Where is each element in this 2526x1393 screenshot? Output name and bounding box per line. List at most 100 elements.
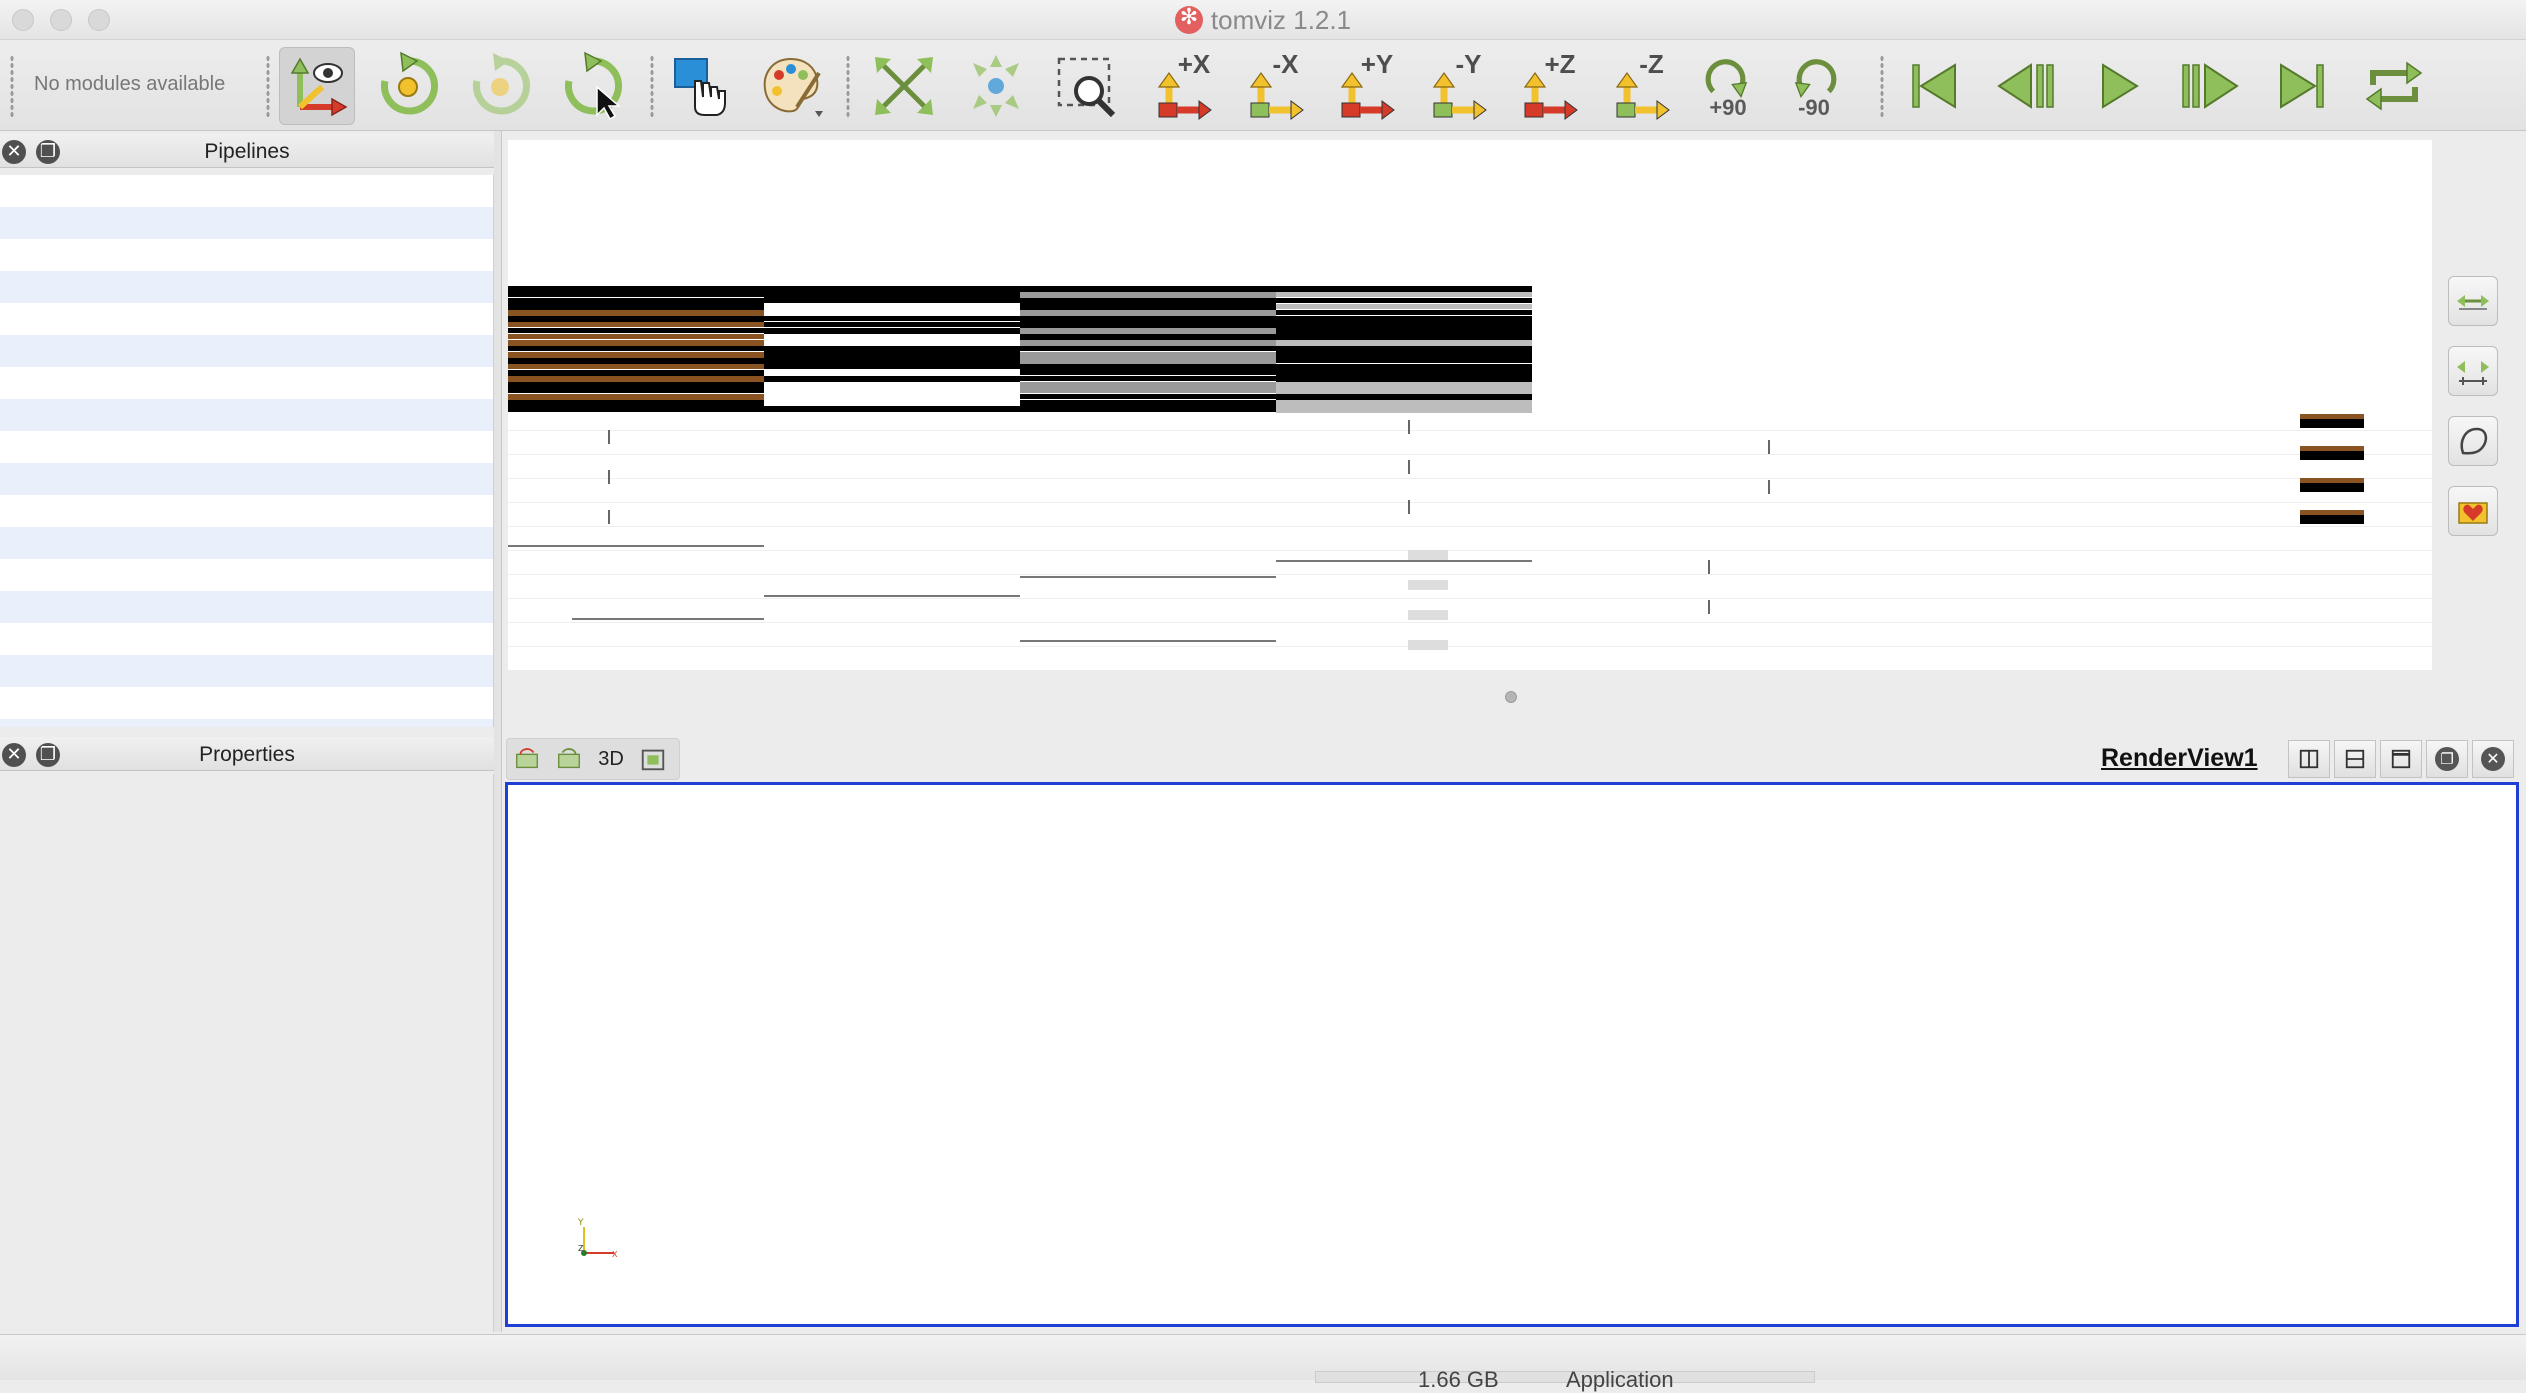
fit-width-button[interactable] [2448,276,2498,326]
artifact-strip [1408,550,1448,560]
previous-frame-icon [1997,63,2054,109]
view-splitter-handle[interactable] [1505,691,1517,703]
artifact-strip [1020,346,1276,351]
center-data-icon [973,55,1019,117]
artifact-strip [1020,310,1276,316]
artifact-strip [508,478,2432,479]
artifact-strip [1276,560,1532,562]
toolbar-grip[interactable] [650,55,654,119]
view-plusminus-x-button[interactable]: +X [1142,47,1218,125]
toolbar-grip[interactable] [10,55,14,119]
artifact-strip [1276,370,1532,377]
artifact-strip [1020,406,1276,412]
artifact-strip [764,316,1020,321]
artifact-strip [1276,376,1532,382]
select-hand-icon [674,58,726,116]
zoom-to-box-button[interactable] [1050,47,1126,125]
artifact-strip [2300,414,2364,419]
last-frame-button[interactable] [2264,47,2340,125]
pipelines-tree[interactable] [0,175,494,727]
split-vertical-icon [2345,749,2365,769]
orientation-axes-icon: Y Z X [577,1218,618,1259]
adjust-spacing-button[interactable] [2448,346,2498,396]
artifact-strip [508,358,764,364]
pick-center-icon [565,51,622,121]
camera-capture-icon [641,749,665,771]
artifact-strip [1408,420,1410,434]
memory-indicator [1315,1371,1815,1383]
artifact-strip [764,358,1020,364]
center-on-data-button[interactable] [958,47,1034,125]
view-plusminus-z-button[interactable]: +Z [1508,47,1584,125]
lasso-button[interactable] [2448,416,2498,466]
folder-heart-icon [2458,502,2488,524]
toolbar-grip[interactable] [846,55,850,119]
artifact-strip [1276,286,1532,292]
artifact-strip [508,406,764,412]
view-minus-z-button[interactable]: -Z [1600,47,1676,125]
artifact-strip [608,470,610,484]
artifact-strip [508,622,2432,623]
artifact-strip [508,550,2432,551]
properties-panel [0,774,494,1332]
favorites-button[interactable] [2448,486,2498,536]
view-minus-y-button[interactable]: -Y [1417,47,1493,125]
artifact-strip [1020,304,1276,310]
palette-icon [763,57,823,117]
camera-redo-button[interactable] [552,742,586,776]
artifact-strip [764,394,1020,401]
capture-screenshot-button[interactable] [636,742,670,776]
float-view-button[interactable]: ❐ [2426,740,2468,778]
previous-frame-button[interactable] [1988,47,2064,125]
close-view-button[interactable]: ✕ [2472,740,2514,778]
artifact-strip [1276,298,1532,303]
axis-arrow-icon: +X [1145,49,1215,121]
toggle-3d-button[interactable]: 3D [594,742,628,776]
view-plusminus-y-button[interactable]: +Y [1325,47,1401,125]
camera-undo-button[interactable] [510,742,544,776]
artifact-strip [508,286,764,293]
upper-view-area[interactable] [508,140,2432,670]
float-icon: ❐ [2435,747,2459,771]
pick-center-button[interactable] [554,47,630,125]
artifact-strip [508,346,764,351]
zoom-to-data-button[interactable] [866,47,942,125]
maximize-view-button[interactable] [2380,740,2422,778]
artifact-strip [764,298,1020,303]
artifact-strip [764,406,1020,412]
toolbar-grip[interactable] [1880,55,1884,119]
next-frame-button[interactable] [2172,47,2248,125]
toolbar-grip[interactable] [266,55,270,119]
artifact-strip [608,430,610,444]
artifact-strip [764,334,1020,341]
select-button[interactable] [662,47,738,125]
view-minus-x-button[interactable]: -X [1234,47,1310,125]
reset-center-button[interactable] [462,47,538,125]
render-view-title[interactable]: RenderView1 [2101,744,2258,773]
dock-splitter[interactable] [494,131,502,1332]
play-icon [2102,63,2139,109]
first-frame-button[interactable] [1896,47,1972,125]
artifact-strip [764,400,1020,405]
artifact-strip [508,370,764,377]
render-view-canvas[interactable]: Y Z X [505,782,2519,1327]
reset-camera-button[interactable] [370,47,446,125]
loop-button[interactable] [2356,47,2432,125]
split-vertical-button[interactable] [2334,740,2376,778]
next-frame-icon [2182,63,2239,109]
view-direction-label: -Y [1455,49,1482,79]
split-horizontal-button[interactable] [2288,740,2330,778]
reset-center-icon [473,53,530,115]
interact-mode-button[interactable] [279,47,355,125]
artifact-strip [572,618,764,620]
artifact-strip [508,364,764,369]
artifact-strip [764,340,1020,346]
pipelines-dock-header: ✕ ❐ Pipelines [0,134,494,168]
artifact-strip [1276,310,1532,315]
rotate-minus-90-button[interactable]: -90 [1776,47,1852,125]
rotate-plus-90-button[interactable]: +90 [1690,47,1766,125]
artifact-strip [1276,328,1532,335]
artifact-strip [764,304,1020,310]
play-button[interactable] [2080,47,2156,125]
color-map-button[interactable] [754,47,830,125]
